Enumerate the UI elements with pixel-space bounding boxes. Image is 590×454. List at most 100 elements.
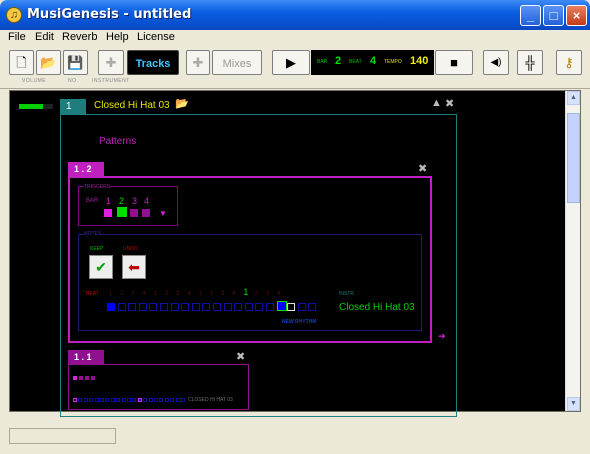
mini-trigger (85, 376, 89, 380)
bar-label: BAR (317, 59, 328, 65)
step-cell[interactable] (181, 303, 190, 311)
mini-pattern-box[interactable] (68, 364, 249, 410)
menu-license[interactable]: License (137, 31, 175, 43)
step-cell[interactable] (213, 303, 221, 311)
step-cell[interactable] (170, 303, 179, 311)
beat-num: 3 (221, 291, 225, 297)
close-track-icon[interactable]: ✖ (445, 97, 454, 110)
music-note-icon[interactable]: ♫ (6, 7, 22, 23)
step-cell[interactable] (287, 303, 296, 311)
beat-num: 1 (109, 291, 113, 297)
transport-display: BAR 2 BEAT 4 TEMPO 140 (311, 50, 434, 75)
step-cell[interactable] (107, 303, 115, 311)
track-name[interactable]: Closed Hi Hat 03 (94, 100, 170, 111)
step-cell[interactable] (255, 303, 264, 311)
instrument-label: INSTRUMENT (92, 78, 130, 84)
scroll-down-icon[interactable]: ▼ (567, 397, 580, 411)
mini-step (137, 398, 142, 402)
close-pattern-icon[interactable]: ✖ (236, 350, 245, 363)
mini-step (78, 398, 83, 402)
bar-num: 3 (132, 196, 138, 206)
step-cell[interactable] (202, 303, 211, 311)
vertical-scrollbar[interactable]: ▲ ▼ (565, 91, 580, 411)
mini-instr-name: CLOSED HI HAT 03 (188, 397, 233, 403)
mini-step (159, 398, 164, 402)
tracks-button[interactable]: Tracks (127, 50, 179, 75)
step-cell[interactable] (276, 301, 287, 311)
undo-label: UNDO (123, 246, 138, 252)
folder-icon[interactable]: 📂 (36, 50, 61, 75)
step-cell[interactable] (308, 303, 317, 311)
title-bar: ♫ MusiGenesis - untitled _ □ × (0, 0, 590, 30)
mini-trigger (91, 376, 95, 380)
new-document-icon[interactable]: 🗋 (9, 50, 34, 75)
step-cell[interactable] (128, 303, 137, 311)
mini-step (100, 398, 104, 402)
track-number: 1 (60, 99, 86, 114)
beat-num: 2 (209, 291, 214, 297)
play-icon[interactable]: ▶ (272, 50, 310, 75)
add-mix-button[interactable]: ✚ (186, 50, 210, 75)
tempo-label: TEMPO (384, 59, 402, 65)
menu-edit[interactable]: Edit (35, 31, 54, 43)
beat-label: BEAT (349, 59, 362, 65)
undo-arrow-icon[interactable]: ⬅ (122, 255, 146, 279)
volume-slider[interactable] (19, 104, 53, 109)
close-pattern-icon[interactable]: ✖ (418, 162, 427, 175)
stop-icon[interactable]: ■ (435, 50, 473, 75)
trigger-cell[interactable] (130, 209, 138, 217)
step-cell[interactable] (234, 303, 243, 311)
beat-num: 3 (131, 291, 135, 297)
beat-num: 2 (254, 291, 258, 297)
beat-num: 1 (243, 287, 249, 297)
step-cell[interactable] (117, 303, 126, 311)
patterns-label: Patterns (99, 136, 137, 147)
key-icon[interactable]: ⚷ (556, 50, 582, 75)
menu-help[interactable]: Help (106, 31, 129, 43)
step-cell[interactable] (297, 303, 306, 311)
maximize-button[interactable]: □ (543, 5, 564, 26)
move-up-icon[interactable]: ▲ (431, 97, 442, 109)
new-rhythm-button[interactable]: NEW RHYTHM (282, 319, 316, 325)
keep-check-icon[interactable]: ✔ (89, 255, 113, 279)
menu-file[interactable]: File (8, 31, 26, 43)
close-button[interactable]: × (566, 5, 587, 26)
notes-label: NOTES (84, 231, 102, 237)
trigger-cell[interactable] (104, 209, 112, 217)
mini-step (73, 398, 77, 402)
trigger-dropdown-icon[interactable]: ▼ (159, 209, 167, 218)
mini-step (164, 398, 169, 402)
trigger-cell[interactable] (142, 209, 150, 217)
scroll-up-icon[interactable]: ▲ (567, 91, 580, 105)
minimize-button[interactable]: _ (520, 5, 541, 26)
step-cell[interactable] (160, 303, 168, 311)
mixer-icon[interactable]: ╬ (517, 50, 543, 75)
menu-bar: File Edit Reverb Help License (0, 30, 590, 47)
step-cell[interactable] (149, 303, 158, 311)
status-bar (9, 428, 116, 444)
beat-num: 2 (120, 291, 124, 297)
triggers-label: TRIGGERS (84, 184, 111, 190)
folder-icon[interactable]: 📂 (175, 97, 189, 110)
add-track-button[interactable]: ✚ (98, 50, 124, 75)
mixes-label: Mixes (222, 58, 252, 70)
mini-step (94, 398, 99, 402)
menu-reverb[interactable]: Reverb (62, 31, 97, 43)
step-cell[interactable] (191, 303, 200, 311)
next-pattern-arrow-icon[interactable]: ➔ (438, 331, 446, 342)
mini-step (116, 398, 121, 402)
trigger-cell[interactable] (117, 207, 127, 217)
step-cell[interactable] (244, 303, 253, 311)
step-cell[interactable] (266, 303, 274, 311)
tempo-value[interactable]: 140 (410, 55, 428, 67)
speaker-icon[interactable]: ◀) (483, 50, 509, 75)
step-cell[interactable] (138, 303, 147, 311)
instr-name[interactable]: Closed Hi Hat 03 (339, 302, 415, 313)
scroll-thumb[interactable] (567, 113, 580, 203)
no-label: NO. (68, 78, 79, 84)
mixes-button[interactable]: Mixes (212, 50, 262, 75)
floppy-icon[interactable]: 💾 (63, 50, 88, 75)
mini-step (175, 398, 180, 402)
bar-num: 1 (106, 196, 112, 206)
step-cell[interactable] (223, 303, 232, 311)
